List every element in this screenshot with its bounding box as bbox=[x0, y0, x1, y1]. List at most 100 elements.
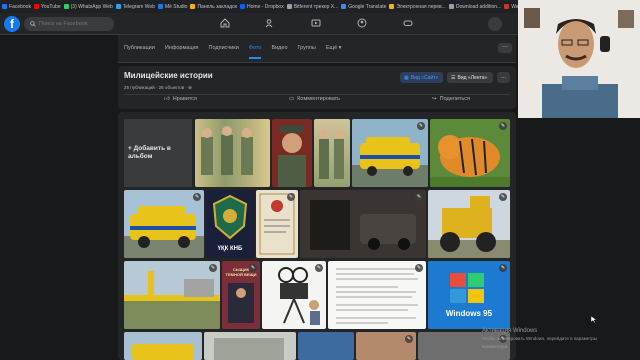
windows95-text: Windows 95 bbox=[445, 309, 493, 318]
album-meta: 25 публикаций · 26 объектов · ⊕ bbox=[124, 85, 192, 90]
bookmark-label: Электронная перев... bbox=[396, 3, 446, 10]
activation-title: Активация Windows bbox=[482, 328, 538, 334]
thumbs-up-icon: 👍︎ bbox=[163, 96, 170, 102]
tab-item[interactable]: Информация bbox=[165, 45, 199, 59]
bookmark-item[interactable]: Facebook bbox=[2, 4, 31, 10]
bookmark-label: Панель закладок bbox=[197, 3, 238, 10]
photo-tile-book-cover[interactable]: СЫЩИК ТЕМНОЙ ВЕЩИ ✎ bbox=[222, 261, 260, 329]
photo-tile-screen[interactable] bbox=[298, 332, 354, 360]
share-button[interactable]: ↪ Поделиться bbox=[432, 96, 470, 102]
bookmark-item[interactable]: Home - Dropbox bbox=[240, 4, 284, 10]
edit-pencil-icon[interactable]: ✎ bbox=[417, 122, 425, 130]
edit-pencil-icon[interactable]: ✎ bbox=[415, 193, 423, 201]
like-label: Нравится bbox=[172, 96, 198, 102]
bookmark-item[interactable]: Электронная перев... bbox=[389, 4, 446, 10]
presenter-image bbox=[518, 0, 640, 118]
album-actions: 👍︎ Нравится ▭ Комментировать ↪ Поделитьс… bbox=[118, 96, 516, 102]
comment-icon: ▭ bbox=[289, 96, 295, 102]
windows-activation-watermark: Активация Windows Чтобы активировать Win… bbox=[482, 327, 597, 351]
tab-item[interactable]: Видео bbox=[271, 45, 287, 59]
view-site-label: Вид «Сайт» bbox=[410, 74, 439, 81]
bookmark-favicon-icon bbox=[448, 4, 454, 9]
bookmark-label: Telegram Web bbox=[122, 3, 155, 10]
photo-tile-film-camera[interactable]: ✎ bbox=[262, 261, 326, 329]
tab-item[interactable]: Ещё ▾ bbox=[326, 45, 342, 59]
bookmark-item[interactable]: Google Translate bbox=[341, 4, 386, 10]
facebook-logo[interactable]: f bbox=[4, 16, 20, 32]
photo-grid: + Добавить в альбом ✎ ✎ ✎ ҮҚК КНБ ✎ ✎ ✎ bbox=[118, 112, 516, 360]
photo-tile-kgb-emblem[interactable]: ҮҚК КНБ bbox=[206, 190, 254, 258]
edit-pencil-icon[interactable]: ✎ bbox=[499, 122, 507, 130]
photo-tile-burned-car[interactable]: ✎ bbox=[300, 190, 426, 258]
friends-icon[interactable] bbox=[264, 18, 276, 30]
bookmark-item[interactable]: Download addition... bbox=[448, 3, 502, 10]
divider bbox=[124, 94, 510, 95]
bookmark-favicon-icon bbox=[190, 4, 196, 9]
edit-pencil-icon[interactable]: ✎ bbox=[287, 193, 295, 201]
menu-grid-icon[interactable] bbox=[488, 17, 502, 31]
bookmark-item[interactable]: (3) WhatsApp Web bbox=[63, 4, 113, 10]
bookmark-label: YouTube bbox=[40, 3, 61, 10]
edit-pencil-icon[interactable]: ✎ bbox=[499, 264, 507, 272]
photo-tile-tractor[interactable]: ✎ bbox=[428, 190, 510, 258]
tab-item[interactable]: Группы bbox=[298, 45, 316, 59]
search-input[interactable] bbox=[39, 21, 109, 27]
edit-pencil-icon[interactable]: ✎ bbox=[209, 264, 217, 272]
add-to-album-label: + Добавить в альбом bbox=[128, 145, 171, 160]
photo-tile-windows95[interactable]: Windows 95 ✎ bbox=[428, 261, 510, 329]
activation-sub-1: Чтобы активировать Windows, перейдите в … bbox=[482, 336, 597, 341]
bookmark-item[interactable]: Панель закладок bbox=[190, 4, 237, 10]
watch-icon[interactable] bbox=[310, 18, 322, 30]
edit-pencil-icon[interactable]: ✎ bbox=[499, 193, 507, 201]
photo-tile-police-car-2[interactable]: ✎ bbox=[124, 190, 204, 258]
mouse-cursor-icon bbox=[591, 316, 597, 323]
photo-tile-police-car-3[interactable] bbox=[124, 332, 202, 360]
activation-sub-2: компьютера. bbox=[482, 344, 509, 349]
bookmark-favicon-icon bbox=[389, 4, 395, 9]
photo-tile-tiger[interactable]: ✎ bbox=[430, 119, 510, 187]
tab-item[interactable]: Фото bbox=[248, 45, 262, 59]
photo-tile-police-car[interactable]: ✎ bbox=[352, 119, 428, 187]
edit-pencil-icon[interactable]: ✎ bbox=[415, 264, 423, 272]
view-site-button[interactable]: ▦ Вид «Сайт» bbox=[400, 72, 443, 83]
edit-pencil-icon[interactable]: ✎ bbox=[405, 335, 413, 343]
tab-item[interactable]: Публикации bbox=[124, 45, 155, 59]
tabs-more-button[interactable]: ··· bbox=[498, 43, 512, 53]
edit-pencil-icon[interactable]: ✎ bbox=[193, 193, 201, 201]
view-feed-button[interactable]: ☰ Вид «Лента» bbox=[447, 72, 493, 83]
comment-button[interactable]: ▭ Комментировать bbox=[289, 96, 340, 102]
bookmark-label: Home - Dropbox bbox=[247, 3, 284, 10]
bookmark-label: Facebook bbox=[9, 3, 31, 10]
home-icon[interactable] bbox=[219, 18, 231, 30]
groups-icon[interactable] bbox=[356, 18, 368, 30]
gaming-icon[interactable] bbox=[402, 18, 414, 30]
bookmark-item[interactable]: YouTube bbox=[33, 3, 61, 10]
add-to-album-button[interactable]: + Добавить в альбом bbox=[124, 119, 192, 187]
edit-pencil-icon[interactable]: ✎ bbox=[315, 264, 323, 272]
edit-pencil-icon[interactable]: ✎ bbox=[249, 264, 257, 272]
bookmark-item[interactable]: Mé Studio bbox=[157, 4, 187, 10]
photo-tile-certificate[interactable]: ✎ bbox=[256, 190, 298, 258]
photo-tile-officers-2[interactable] bbox=[314, 119, 350, 187]
album-options-button[interactable]: ··· bbox=[497, 72, 510, 83]
bookmark-item[interactable]: Bitferent трекер X... bbox=[286, 4, 338, 10]
comment-label: Комментировать bbox=[297, 96, 341, 102]
like-button[interactable]: 👍︎ Нравится bbox=[164, 96, 197, 102]
photo-tile-building[interactable] bbox=[204, 332, 296, 360]
bookmark-label: Download addition... bbox=[455, 3, 502, 10]
album-title: Милицейские истории bbox=[124, 71, 213, 80]
tab-item[interactable]: Подписчики bbox=[209, 45, 239, 59]
photo-tile-officers[interactable] bbox=[195, 119, 270, 187]
share-icon: ↪ bbox=[432, 96, 437, 102]
kgb-emblem-text: ҮҚК КНБ bbox=[217, 246, 243, 252]
bookmark-item[interactable]: Telegram Web bbox=[115, 3, 155, 10]
list-view-icon: ☰ bbox=[451, 74, 456, 81]
bookmark-favicon-icon bbox=[341, 4, 347, 9]
photo-tile-document[interactable]: ✎ bbox=[328, 261, 426, 329]
photo-tile-yellow-pipe[interactable]: ✎ bbox=[124, 261, 220, 329]
search-box[interactable] bbox=[24, 17, 114, 31]
photo-tile-face[interactable]: ✎ bbox=[356, 332, 416, 360]
bookmark-label: Google Translate bbox=[348, 3, 387, 10]
bookmark-favicon-icon bbox=[504, 4, 510, 9]
photo-tile-officer-portrait[interactable] bbox=[272, 119, 312, 187]
